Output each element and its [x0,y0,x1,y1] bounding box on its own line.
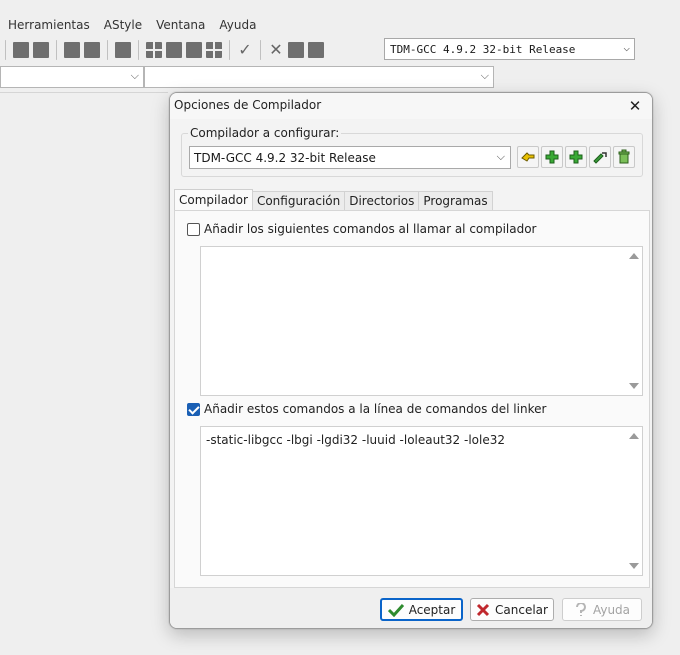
chevron-down-icon: ⌵ [623,41,630,54]
toolbar-separator [5,40,6,60]
dialog-title: Opciones de Compilador [174,98,322,112]
add-compiler-folder-button[interactable] [565,146,587,168]
chevron-down-icon: ⌵ [496,150,505,163]
class-select[interactable]: ⌵ [0,66,144,88]
check-icon[interactable]: ✓ [237,42,253,58]
tab-strip: Compilador Configuración Directorios Pro… [174,189,493,211]
linker-commands-textarea[interactable]: -static-libgcc -lbgi -lgdi32 -luuid -lol… [200,426,643,576]
grid-icon[interactable] [146,42,162,58]
toolbar-compiler-value: TDM-GCC 4.9.2 32-bit Release [390,42,576,56]
tool-icon[interactable] [166,42,182,58]
linker-commands-label: Añadir estos comandos a la línea de coma… [204,402,547,416]
chevron-down-icon: ⌵ [480,69,489,82]
help-label: Ayuda [592,602,631,617]
ok-button[interactable]: Aceptar [380,598,463,621]
linker-commands-check-row[interactable]: Añadir estos comandos a la línea de coma… [187,402,546,416]
compiler-commands-checkbox[interactable] [187,222,200,236]
compiler-select-value: TDM-GCC 4.9.2 32-bit Release [194,150,376,165]
scroll-down-icon[interactable] [629,563,639,569]
toolbar-separator [260,40,261,60]
close-icon: ✕ [628,97,642,115]
linker-commands-text: -static-libgcc -lbgi -lgdi32 -luuid -lol… [206,433,505,447]
compiler-select[interactable]: TDM-GCC 4.9.2 32-bit Release ⌵ [189,146,511,169]
ok-label: Aceptar [408,602,456,617]
tool-icon[interactable] [186,42,202,58]
wand-icon [521,152,535,162]
cancel-icon [476,603,490,617]
secondary-toolbar: ⌵ ⌵ [0,66,494,88]
linker-commands-checkbox[interactable] [187,402,200,416]
compiler-options-dialog: Opciones de Compilador ✕ Compilador a co… [169,92,653,629]
group-label: Compilador a configurar: [188,126,342,140]
rename-icon [593,152,607,164]
tab-programas[interactable]: Programas [418,191,493,211]
member-select[interactable]: ⌵ [144,66,494,88]
scroll-up-icon[interactable] [629,433,639,439]
toolbar-separator [56,40,57,60]
plus-icon [545,150,559,164]
help-button[interactable]: Ayuda [562,598,642,621]
scroll-down-icon[interactable] [629,383,639,389]
vertical-scrollbar[interactable] [626,427,642,575]
divider [0,92,168,93]
cancel-label: Cancelar [495,602,548,617]
tool-icon[interactable] [64,42,80,58]
menu-astyle[interactable]: AStyle [104,18,142,32]
menu-ventana[interactable]: Ventana [156,18,205,32]
rename-compiler-button[interactable] [589,146,611,168]
menu-ayuda[interactable]: Ayuda [219,18,256,32]
check-icon [387,603,404,617]
menu-herramientas[interactable]: Herramientas [8,18,90,32]
toolbar-separator [229,40,230,60]
scroll-up-icon[interactable] [629,253,639,259]
tool-icon[interactable] [33,42,49,58]
tool-icon[interactable] [84,42,100,58]
vertical-scrollbar[interactable] [626,247,642,395]
toolbar-separator [107,40,108,60]
toolbar-separator [138,40,139,60]
add-compiler-button[interactable] [541,146,563,168]
tab-configuracion[interactable]: Configuración [251,191,346,211]
tool-icon[interactable] [308,42,324,58]
tool-icon[interactable] [13,42,29,58]
cancel-button[interactable]: Cancelar [470,598,554,621]
tool-icon[interactable] [288,42,304,58]
title-bar: Opciones de Compilador ✕ [170,93,652,119]
close-button[interactable]: ✕ [620,93,650,119]
compiler-commands-textarea[interactable] [200,246,643,396]
tab-panel-compilador: Añadir los siguientes comandos al llamar… [174,210,650,588]
tab-directorios[interactable]: Directorios [344,191,420,211]
find-compilers-button[interactable] [517,146,539,168]
compiler-commands-check-row[interactable]: Añadir los siguientes comandos al llamar… [187,222,536,236]
tool-icon[interactable] [115,42,131,58]
help-icon [574,602,588,617]
compiler-commands-label: Añadir los siguientes comandos al llamar… [204,222,537,236]
delete-compiler-button[interactable] [613,146,635,168]
chevron-down-icon: ⌵ [130,69,139,82]
toolbar-compiler-select[interactable]: TDM-GCC 4.9.2 32-bit Release ⌵ [384,38,635,60]
plus-icon [569,150,583,164]
menubar: Herramientas AStyle Ventana Ayuda [0,14,680,36]
trash-icon [618,149,630,164]
tab-compilador[interactable]: Compilador [174,189,253,211]
close-icon[interactable]: ✕ [268,42,284,58]
grid-icon[interactable] [206,42,222,58]
